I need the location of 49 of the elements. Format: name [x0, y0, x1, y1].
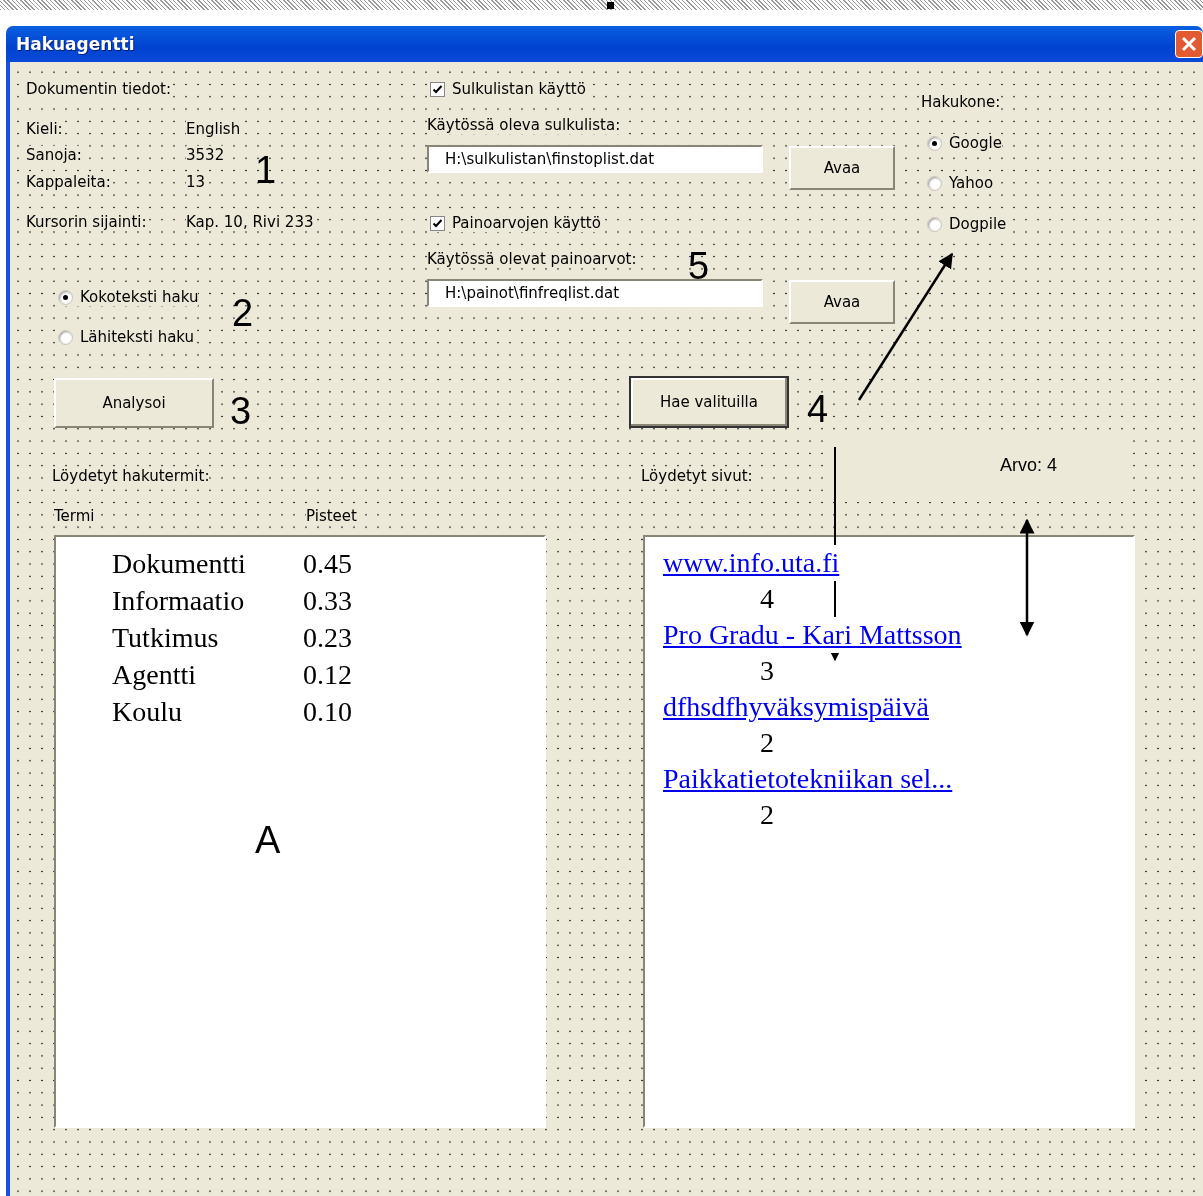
- score-text: 0.45: [303, 547, 352, 580]
- open-button[interactable]: Avaa: [789, 146, 895, 190]
- score-text: 0.12: [303, 658, 352, 691]
- path-field[interactable]: H:\painot\finfreqlist.dat: [427, 279, 763, 307]
- section-label: Hakukone:: [921, 93, 1001, 111]
- checkbox[interactable]: [430, 215, 445, 231]
- result-link[interactable]: Pro Gradu - Kari Mattsson: [663, 617, 962, 653]
- close-button[interactable]: [1175, 30, 1203, 58]
- field-value: English: [186, 120, 241, 138]
- annotation-label: 4: [807, 390, 829, 428]
- check-icon: [432, 83, 443, 95]
- term-text: Koulu: [112, 695, 183, 728]
- field-label: Sanoja:: [26, 146, 82, 164]
- score-text: 0.23: [303, 621, 352, 654]
- result-link[interactable]: www.info.uta.fi: [663, 545, 840, 581]
- field-label: Kursorin sijainti:: [26, 213, 147, 231]
- radio-button[interactable]: [58, 329, 73, 345]
- field-label: Kieli:: [26, 120, 63, 138]
- term-text: Dokumentti: [112, 547, 247, 580]
- check-icon: [432, 217, 443, 229]
- section-label: Löydetyt sivut:: [641, 467, 753, 485]
- annotation-label: 3: [230, 392, 252, 430]
- score-text: 0.33: [303, 584, 352, 617]
- search-button[interactable]: Hae valituilla: [629, 376, 789, 428]
- radio-button[interactable]: [58, 289, 73, 305]
- radio-button[interactable]: [927, 135, 942, 151]
- field-label: Kappaleita:: [26, 173, 111, 191]
- annotation-label: A: [255, 821, 281, 859]
- annotation-label: 1: [255, 151, 277, 189]
- term-text: Informaatio: [112, 584, 246, 617]
- term-text: Agentti: [112, 658, 197, 691]
- field-label: Käytössä olevat painoarvot:: [427, 250, 637, 268]
- section-label: Dokumentin tiedot:: [26, 80, 172, 98]
- term-text: Tutkimus: [112, 621, 220, 654]
- path-field[interactable]: H:\sulkulistan\finstoplist.dat: [427, 145, 763, 173]
- field-value: Kap. 10, Rivi 233: [186, 213, 314, 231]
- resize-handle[interactable]: [607, 2, 614, 9]
- checkbox[interactable]: [430, 81, 445, 97]
- radio-button[interactable]: [927, 216, 942, 232]
- results-list[interactable]: www.info.uta.fi 4 Pro Gradu - Kari Mattsson 3 dfhsdfhyväksymispäivä 2 Paikkatietotekniikan sel... 2: [643, 535, 1135, 1128]
- score-text: 0.10: [303, 695, 352, 728]
- analyze-button[interactable]: Analysoi: [54, 378, 214, 428]
- field-label: Käytössä oleva sulkulista:: [427, 116, 621, 134]
- window-title: Hakuagentti: [16, 34, 135, 54]
- annotation-label: 2: [232, 294, 254, 332]
- section-label: Löydetyt hakutermit:: [52, 467, 210, 485]
- close-icon: [1180, 35, 1198, 53]
- open-button[interactable]: Avaa: [789, 280, 895, 324]
- radio-button[interactable]: [927, 175, 942, 191]
